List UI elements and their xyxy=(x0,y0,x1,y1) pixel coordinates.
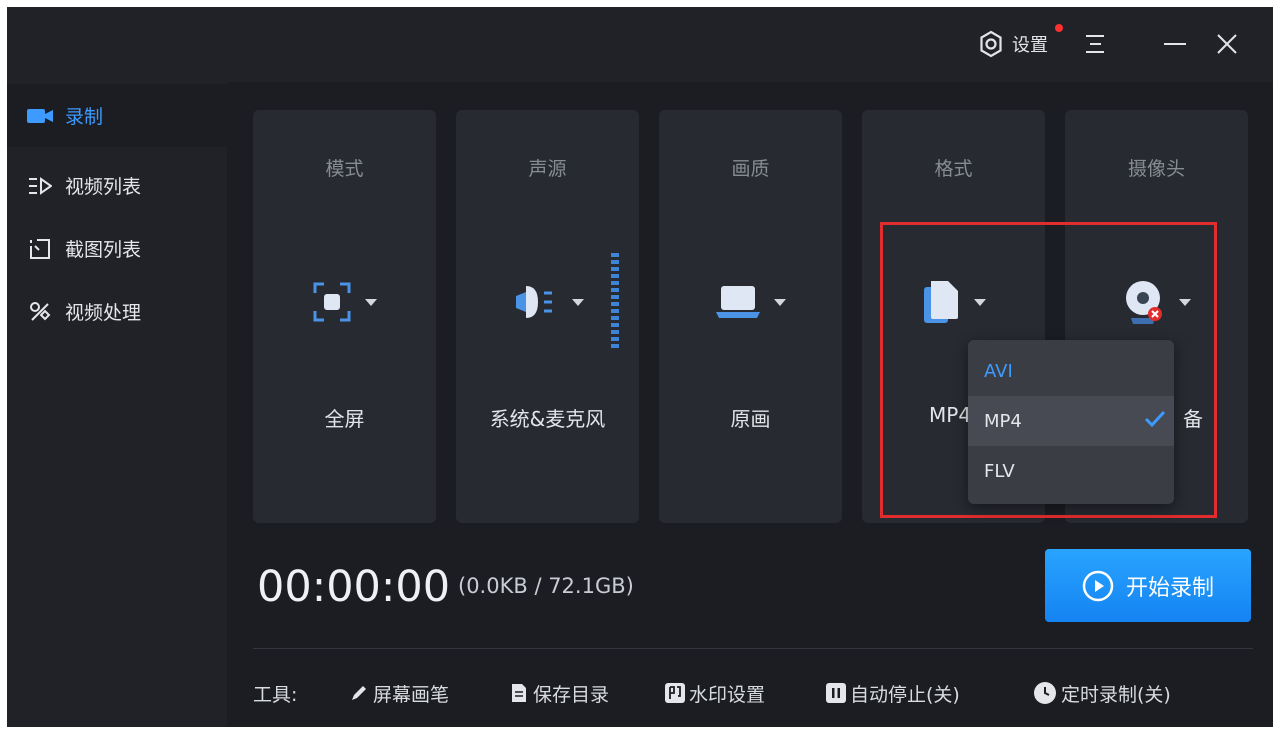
tools-label: 工具: xyxy=(253,683,298,706)
video-process-icon xyxy=(27,299,53,325)
tool-scheduled-recording[interactable]: 定时录制(关) xyxy=(1033,677,1171,709)
format-option-mp4[interactable]: MP4 xyxy=(968,396,1174,446)
app-window: 设置 录制 视频列表 截图列表 视频处理 模式 全屏 声源 系统&麦克风 画质 … xyxy=(7,7,1273,727)
recording-timer: 00:00:00 xyxy=(257,562,451,612)
pause-icon xyxy=(826,683,846,703)
clock-icon xyxy=(1033,681,1057,705)
quality-selector[interactable] xyxy=(659,278,842,326)
camera-icon xyxy=(27,103,53,129)
quality-card[interactable]: 画质 原画 xyxy=(659,110,842,523)
sidebar-item-label: 视频列表 xyxy=(65,176,142,198)
close-button[interactable] xyxy=(1216,29,1238,59)
menu-icon xyxy=(1086,35,1104,53)
tool-label: 自动停止(关) xyxy=(850,683,960,706)
laptop-icon xyxy=(715,286,760,318)
pen-icon xyxy=(349,683,369,703)
sidebar-item-label: 截图列表 xyxy=(65,239,142,261)
tool-label: 保存目录 xyxy=(533,683,610,706)
card-title: 画质 xyxy=(731,158,770,180)
tool-auto-stop[interactable]: 自动停止(关) xyxy=(826,677,960,709)
format-option-flv[interactable]: FLV xyxy=(968,446,1174,496)
start-recording-label: 开始录制 xyxy=(1125,575,1214,601)
option-label: FLV xyxy=(984,460,1015,482)
volume-level-meter xyxy=(611,253,619,348)
check-icon xyxy=(1144,410,1166,428)
speaker-icon xyxy=(515,286,552,318)
settings-label: 设置 xyxy=(1012,35,1048,56)
minimize-icon xyxy=(1164,43,1186,45)
tools-bar: 工具: 屏幕画笔 保存目录 水印设置 自动停止(关) 定时录制(关) xyxy=(253,677,1263,709)
video-list-icon xyxy=(27,173,53,199)
mode-selector[interactable] xyxy=(253,278,436,326)
option-label: MP4 xyxy=(984,410,1022,432)
recording-size: (0.0KB / 72.1GB) xyxy=(458,574,634,598)
quality-value: 原画 xyxy=(730,407,771,431)
close-icon xyxy=(1217,34,1237,54)
watermark-icon xyxy=(665,683,685,703)
start-recording-button[interactable]: 开始录制 xyxy=(1045,549,1251,622)
mode-card[interactable]: 模式 全屏 xyxy=(253,110,436,523)
folder-icon xyxy=(509,683,529,703)
chevron-down-icon xyxy=(571,298,584,306)
sidebar-item-video-process[interactable]: 视频处理 xyxy=(7,280,227,343)
tool-save-directory[interactable]: 保存目录 xyxy=(509,677,609,709)
card-title: 模式 xyxy=(325,158,364,180)
tool-label: 水印设置 xyxy=(689,683,766,706)
card-title: 格式 xyxy=(934,158,973,180)
sidebar-item-screenshot-list[interactable]: 截图列表 xyxy=(7,217,227,280)
tool-label: 屏幕画笔 xyxy=(373,683,450,706)
title-bar: 设置 xyxy=(7,7,1273,82)
notification-dot xyxy=(1055,24,1063,32)
minimize-button[interactable] xyxy=(1163,29,1187,59)
settings-icon xyxy=(980,30,1002,58)
option-label: AVI xyxy=(984,360,1013,382)
format-dropdown-menu: AVI MP4 FLV xyxy=(968,340,1174,504)
tool-screen-pen[interactable]: 屏幕画笔 xyxy=(349,677,449,709)
sidebar-item-video-list[interactable]: 视频列表 xyxy=(7,154,227,217)
card-title: 摄像头 xyxy=(1127,158,1185,180)
sidebar-item-label: 视频处理 xyxy=(65,302,142,324)
audio-source-value: 系统&麦克风 xyxy=(489,407,606,431)
sidebar: 录制 视频列表 截图列表 视频处理 xyxy=(7,82,227,727)
card-title: 声源 xyxy=(528,158,567,180)
screenshot-list-icon xyxy=(27,236,53,262)
chevron-down-icon xyxy=(773,298,786,306)
audio-source-card[interactable]: 声源 系统&麦克风 xyxy=(456,110,639,523)
menu-button[interactable] xyxy=(1084,29,1106,59)
play-icon xyxy=(1082,570,1114,601)
sidebar-item-record[interactable]: 录制 xyxy=(7,84,227,147)
chevron-down-icon xyxy=(364,298,377,306)
sidebar-item-label: 录制 xyxy=(65,106,104,128)
divider xyxy=(253,648,1253,649)
tool-label: 定时录制(关) xyxy=(1061,683,1171,706)
settings-button[interactable]: 设置 xyxy=(977,29,1048,59)
format-option-avi[interactable]: AVI xyxy=(968,346,1174,396)
mode-value: 全屏 xyxy=(324,407,365,431)
fullscreen-icon xyxy=(313,282,350,322)
tool-watermark[interactable]: 水印设置 xyxy=(665,677,765,709)
